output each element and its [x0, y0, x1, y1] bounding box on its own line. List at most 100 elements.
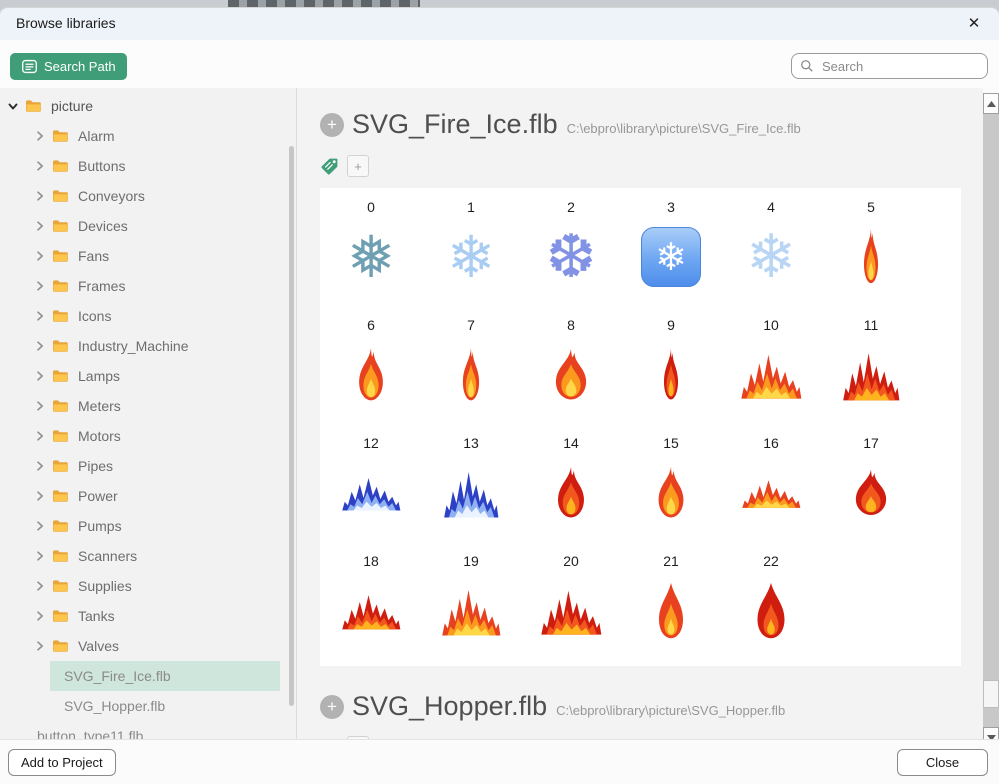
sidebar-item-picture[interactable]: picture [0, 91, 296, 121]
chevron-right-icon[interactable] [35, 131, 45, 141]
sidebar-item-meters[interactable]: Meters [0, 391, 296, 421]
library-item[interactable]: 9 [621, 314, 721, 432]
sidebar-item-pipes[interactable]: Pipes [0, 451, 296, 481]
folder-icon [52, 309, 69, 323]
sidebar-item-alarm[interactable]: Alarm [0, 121, 296, 151]
library-item[interactable]: 14 [521, 432, 621, 550]
section-title: SVG_Hopper.flb [352, 691, 547, 722]
sidebar-item-motors[interactable]: Motors [0, 421, 296, 451]
item-index: 17 [863, 432, 879, 454]
sidebar-item-industry_machine[interactable]: Industry_Machine [0, 331, 296, 361]
folder-icon [52, 399, 69, 413]
search-input[interactable] [820, 58, 999, 75]
chevron-right-icon[interactable] [35, 191, 45, 201]
sidebar-item-supplies[interactable]: Supplies [0, 571, 296, 601]
close-icon[interactable]: ✕ [961, 12, 987, 36]
chevron-right-icon[interactable] [35, 521, 45, 531]
chevron-right-icon[interactable] [35, 281, 45, 291]
chevron-right-icon[interactable] [35, 431, 45, 441]
library-item[interactable]: 17 [821, 432, 921, 550]
flame-drop-icon [655, 572, 687, 650]
library-item[interactable]: 3❄ [621, 196, 721, 314]
library-item[interactable]: 18 [321, 550, 421, 668]
fire-icon [341, 454, 401, 532]
chevron-right-icon[interactable] [35, 461, 45, 471]
collapse-section-icon[interactable]: + [320, 695, 344, 719]
sidebar-item-tanks[interactable]: Tanks [0, 601, 296, 631]
sidebar-item-scanners[interactable]: Scanners [0, 541, 296, 571]
sidebar-item-pumps[interactable]: Pumps [0, 511, 296, 541]
item-index: 20 [563, 550, 579, 572]
item-index: 12 [363, 432, 379, 454]
chevron-right-icon[interactable] [35, 371, 45, 381]
library-item[interactable]: 12 [321, 432, 421, 550]
collapse-section-icon[interactable]: + [320, 113, 344, 137]
library-item[interactable]: 4❄ [721, 196, 821, 314]
flame-icon [349, 336, 393, 414]
chevron-right-icon[interactable] [35, 581, 45, 591]
scroll-up-icon[interactable] [983, 93, 999, 114]
sidebar-scrollbar-thumb[interactable] [289, 146, 294, 706]
library-item[interactable]: 15 [621, 432, 721, 550]
chevron-right-icon[interactable] [35, 641, 45, 651]
fire-icon [540, 572, 602, 650]
library-item[interactable]: 20 [521, 550, 621, 668]
sidebar-item-conveyors[interactable]: Conveyors [0, 181, 296, 211]
sidebar-item-frames[interactable]: Frames [0, 271, 296, 301]
sidebar-file-svg_hopper.flb[interactable]: SVG_Hopper.flb [0, 691, 296, 721]
sidebar-item-power[interactable]: Power [0, 481, 296, 511]
tree-item-label: Icons [78, 308, 111, 324]
section-header-hopper: + SVG_Hopper.flb C:\ebpro\library\pictur… [320, 691, 785, 722]
library-item[interactable]: 13 [421, 432, 521, 550]
folder-icon [52, 279, 69, 293]
close-button[interactable]: Close [897, 749, 988, 776]
sidebar-file-svg_fire_ice.flb[interactable]: SVG_Fire_Ice.flb [50, 661, 280, 691]
vertical-scrollbar[interactable] [983, 93, 999, 748]
library-item[interactable]: 8 [521, 314, 621, 432]
library-item[interactable]: 7 [421, 314, 521, 432]
chevron-right-icon[interactable] [35, 551, 45, 561]
scrollbar-track[interactable] [983, 680, 999, 708]
chevron-down-icon[interactable] [8, 101, 18, 112]
scrollbar-track-lower[interactable] [983, 708, 999, 727]
add-tag-button[interactable]: + [347, 155, 369, 177]
sidebar-item-buttons[interactable]: Buttons [0, 151, 296, 181]
section-header-fire-ice: + SVG_Fire_Ice.flb C:\ebpro\library\pict… [320, 109, 801, 140]
item-index: 13 [463, 432, 479, 454]
chevron-right-icon[interactable] [35, 251, 45, 261]
chevron-right-icon[interactable] [35, 611, 45, 621]
library-item[interactable]: 21 [621, 550, 721, 668]
tree-item-label: Pipes [78, 458, 113, 474]
chevron-right-icon[interactable] [35, 491, 45, 501]
library-item[interactable]: 2❆ [521, 196, 621, 314]
dialog-content: picture AlarmButtonsConveyorsDevicesFansF… [0, 88, 999, 748]
library-items-grid: 0❅1❄2❆3❄4❄5 67891011 12 13 141516 17 1819 20 212… [320, 188, 961, 666]
sidebar-item-lamps[interactable]: Lamps [0, 361, 296, 391]
library-item[interactable]: 22 [721, 550, 821, 668]
library-item[interactable]: 6 [321, 314, 421, 432]
search-path-button[interactable]: Search Path [10, 53, 127, 80]
library-item[interactable]: 10 [721, 314, 821, 432]
sidebar-item-devices[interactable]: Devices [0, 211, 296, 241]
sidebar-item-fans[interactable]: Fans [0, 241, 296, 271]
chevron-right-icon[interactable] [35, 311, 45, 321]
list-settings-icon [21, 58, 38, 75]
library-item[interactable]: 5 [821, 196, 921, 314]
library-item[interactable]: 19 [421, 550, 521, 668]
add-to-project-button[interactable]: Add to Project [8, 749, 116, 776]
chevron-right-icon[interactable] [35, 221, 45, 231]
sidebar-item-icons[interactable]: Icons [0, 301, 296, 331]
sidebar-item-valves[interactable]: Valves [0, 631, 296, 661]
library-item[interactable]: 1❄ [421, 196, 521, 314]
folder-icon [25, 99, 42, 113]
tree-item-label: picture [51, 98, 93, 114]
scrollbar-thumb[interactable] [983, 114, 999, 680]
library-item[interactable]: 16 [721, 432, 821, 550]
chevron-right-icon[interactable] [35, 341, 45, 351]
chevron-right-icon[interactable] [35, 401, 45, 411]
item-index: 3 [667, 196, 675, 218]
tree-item-label: Lamps [78, 368, 120, 384]
library-item[interactable]: 11 [821, 314, 921, 432]
chevron-right-icon[interactable] [35, 161, 45, 171]
library-item[interactable]: 0❅ [321, 196, 421, 314]
